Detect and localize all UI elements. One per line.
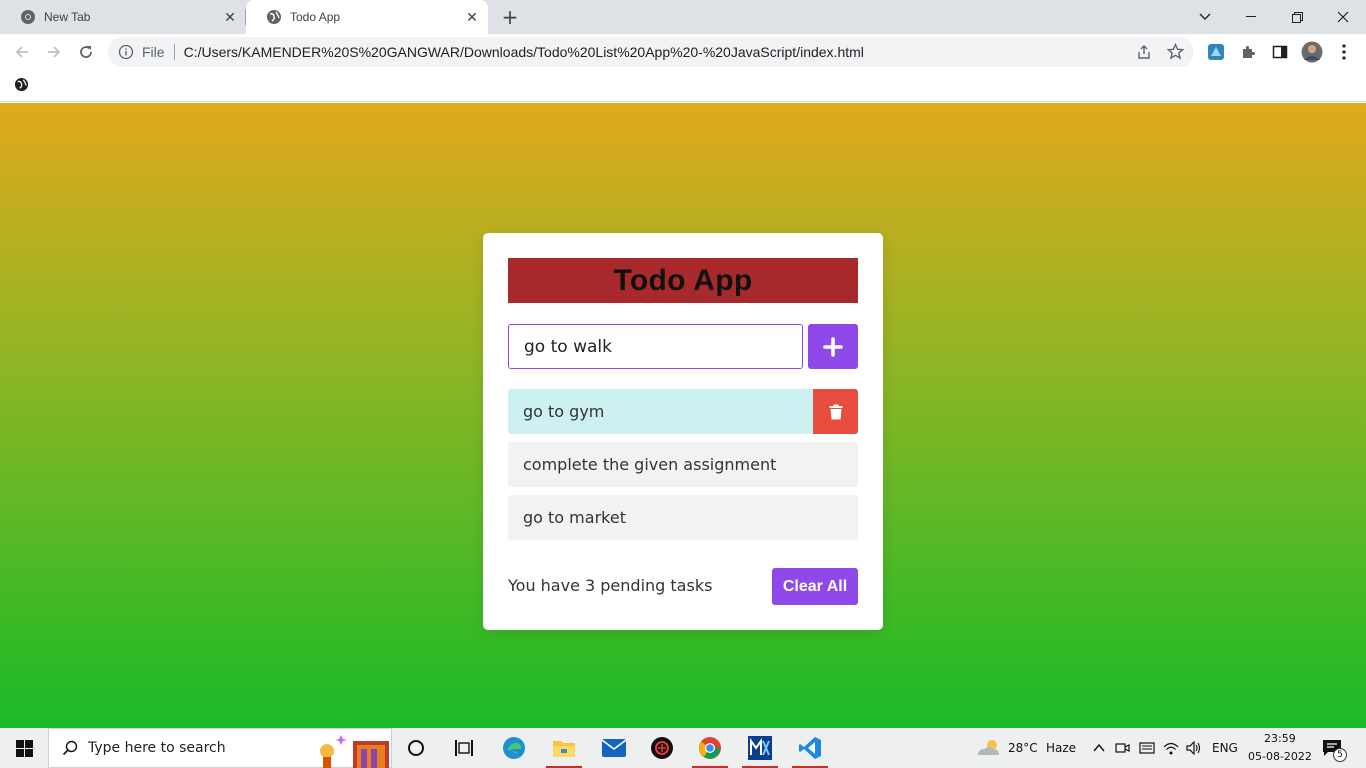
minimize-icon[interactable] — [1228, 0, 1274, 34]
omnibox-divider — [173, 44, 175, 60]
tab-title: New Tab — [44, 10, 91, 24]
clear-all-button[interactable]: Clear All — [772, 568, 858, 605]
forward-arrow-icon[interactable] — [40, 38, 68, 66]
address-bar[interactable]: File C:/Users/KAMENDER%20S%20GANGWAR/Dow… — [108, 37, 1194, 67]
notification-count-badge: 5 — [1333, 748, 1347, 762]
chrome-icon — [20, 9, 36, 25]
close-window-icon[interactable] — [1320, 0, 1366, 34]
delete-task-button[interactable] — [813, 389, 858, 434]
language-indicator[interactable]: ENG — [1212, 741, 1238, 755]
reload-icon[interactable] — [72, 38, 100, 66]
globe-icon — [266, 9, 282, 25]
weather-haze-icon[interactable] — [976, 737, 1002, 763]
task-view-icon[interactable] — [440, 728, 488, 768]
close-tab-icon[interactable]: ✕ — [222, 9, 238, 25]
new-tab-plus-icon[interactable]: + — [500, 5, 520, 29]
globe-bookmark-icon[interactable] — [14, 77, 29, 96]
wifi-icon[interactable] — [1163, 740, 1179, 756]
side-panel-icon[interactable] — [1269, 41, 1291, 63]
weather-desc: Haze — [1046, 741, 1077, 755]
windows-start-icon[interactable] — [0, 728, 48, 768]
plus-icon — [823, 336, 843, 357]
todo-item-text: complete the given assignment — [523, 455, 777, 474]
back-arrow-icon[interactable] — [8, 38, 36, 66]
file-explorer-icon[interactable] — [540, 728, 588, 768]
app-title: Todo App — [508, 258, 858, 303]
meet-now-icon[interactable] — [1115, 740, 1131, 756]
search-icon — [62, 740, 78, 756]
restore-icon[interactable] — [1274, 0, 1320, 34]
url-text[interactable]: C:/Users/KAMENDER%20S%20GANGWAR/Download… — [184, 44, 864, 60]
bookmark-star-icon[interactable] — [1166, 42, 1185, 64]
mail-icon[interactable] — [590, 728, 638, 768]
keyboard-icon[interactable] — [1139, 740, 1155, 756]
media-app-icon[interactable] — [736, 728, 784, 768]
game-app-icon[interactable] — [638, 728, 686, 768]
clock-time[interactable]: 23:59 — [1264, 732, 1296, 745]
page-background: Todo App go to gym complete the given as… — [0, 103, 1366, 728]
todo-item-text: go to gym — [523, 402, 605, 421]
new-task-input[interactable] — [508, 324, 803, 369]
clock-date[interactable]: 05-08-2022 — [1248, 750, 1312, 763]
todo-item[interactable]: complete the given assignment — [508, 442, 858, 487]
browser-tab-strip: New Tab ✕ Todo App ✕ + — [0, 0, 1366, 34]
windows-taskbar: Type here to search 28°C Haze ENG 23:59 … — [0, 728, 1366, 768]
chevron-up-icon[interactable] — [1091, 740, 1107, 756]
extension-icon[interactable] — [1205, 41, 1227, 63]
tab-title: Todo App — [290, 10, 341, 24]
bookmarks-bar — [0, 70, 1366, 102]
todo-item-text: go to market — [523, 508, 626, 527]
edge-browser-icon[interactable] — [490, 728, 538, 768]
close-tab-icon[interactable]: ✕ — [464, 9, 480, 25]
tab-todo-app[interactable]: Todo App ✕ — [246, 0, 488, 34]
search-highlight-art-icon — [320, 735, 389, 768]
todo-item[interactable]: go to market — [508, 495, 858, 540]
tab-search-chevron-icon[interactable] — [1182, 0, 1228, 34]
chrome-taskbar-icon[interactable] — [686, 728, 734, 768]
info-icon[interactable] — [118, 44, 134, 60]
add-task-button[interactable] — [808, 324, 858, 369]
puzzle-extensions-icon[interactable] — [1237, 41, 1259, 63]
weather-temp: 28°C — [1008, 741, 1038, 755]
browser-toolbar: File C:/Users/KAMENDER%20S%20GANGWAR/Dow… — [0, 34, 1366, 70]
cortana-icon[interactable] — [392, 728, 440, 768]
pending-tasks-text: You have 3 pending tasks — [508, 576, 713, 595]
vscode-icon[interactable] — [786, 728, 834, 768]
trash-icon — [829, 404, 842, 419]
scheme-label: File — [142, 44, 165, 60]
todo-list: go to gym complete the given assignment … — [508, 389, 858, 548]
volume-icon[interactable] — [1186, 740, 1202, 756]
menu-kebab-icon[interactable] — [1333, 41, 1355, 63]
tab-new-tab[interactable]: New Tab ✕ — [0, 0, 246, 34]
taskbar-search-box[interactable]: Type here to search — [48, 728, 392, 768]
search-placeholder: Type here to search — [88, 740, 226, 756]
todo-item[interactable]: go to gym — [508, 389, 858, 434]
todo-card: Todo App go to gym complete the given as… — [483, 233, 883, 630]
share-icon[interactable] — [1136, 44, 1152, 64]
profile-avatar[interactable] — [1301, 41, 1323, 63]
